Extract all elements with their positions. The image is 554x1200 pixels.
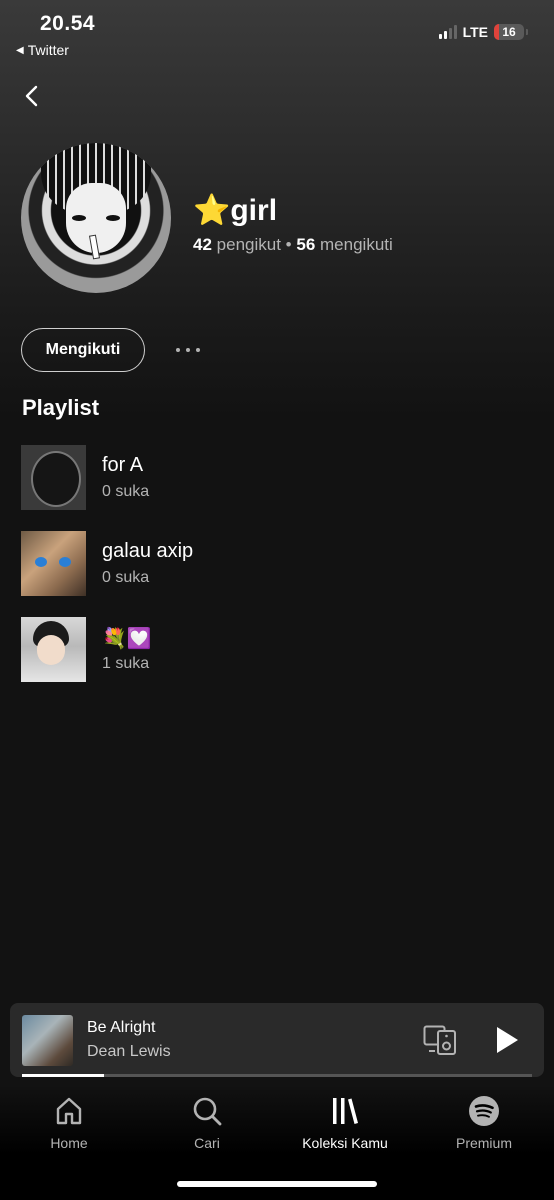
- playlist-likes: 0 suka: [102, 483, 150, 500]
- playlist-likes: 1 suka: [102, 655, 150, 672]
- playlist-cover: [21, 445, 86, 510]
- network-label: LTE: [462, 24, 488, 40]
- spotify-icon: [469, 1096, 499, 1126]
- battery-level: 16: [502, 25, 516, 39]
- nav-search[interactable]: Cari: [152, 1095, 262, 1151]
- devices-button[interactable]: [423, 1025, 457, 1055]
- back-app-label: Twitter: [27, 42, 69, 58]
- profile-avatar: [21, 143, 171, 293]
- now-playing-artist: Dean Lewis: [87, 1043, 171, 1060]
- chevron-left-icon: [25, 85, 38, 107]
- nav-home[interactable]: Home: [14, 1095, 124, 1151]
- battery-icon: 16: [494, 24, 524, 40]
- search-icon: [193, 1097, 222, 1126]
- nav-library-label: Koleksi Kamu: [302, 1135, 388, 1151]
- profile-page: 20.54 ◀ Twitter LTE 16 ⭐girl 42 pengikut…: [0, 0, 554, 1200]
- playlist-cover: [21, 531, 86, 596]
- nav-library[interactable]: Koleksi Kamu: [290, 1095, 400, 1151]
- now-playing-artwork: [22, 1015, 73, 1066]
- more-dot-icon: [176, 348, 180, 352]
- playlist-item[interactable]: for A 0 suka: [21, 445, 521, 511]
- playlist-title: galau axip: [102, 540, 194, 562]
- following-label[interactable]: mengikuti: [320, 235, 393, 254]
- stats-separator: •: [285, 235, 292, 254]
- nav-home-label: Home: [50, 1135, 88, 1151]
- mini-player[interactable]: Be Alright Dean Lewis: [10, 1003, 544, 1077]
- playlist-likes: 0 suka: [102, 569, 150, 586]
- followers-count[interactable]: 42: [193, 235, 212, 254]
- nav-premium-label: Premium: [455, 1135, 512, 1151]
- play-icon: [497, 1027, 518, 1053]
- home-indicator[interactable]: [177, 1181, 377, 1187]
- playlist-item[interactable]: 💐💟 1 suka: [21, 617, 521, 683]
- play-button[interactable]: [494, 1025, 520, 1055]
- nav-search-label: Cari: [194, 1135, 220, 1151]
- playlist-title: for A: [102, 454, 144, 476]
- followers-label[interactable]: pengikut: [217, 235, 281, 254]
- playlist-title: 💐💟: [102, 628, 152, 650]
- playlist-item[interactable]: galau axip 0 suka: [21, 531, 521, 597]
- home-icon: [56, 1097, 82, 1125]
- following-count[interactable]: 56: [296, 235, 315, 254]
- now-playing-title: Be Alright: [87, 1019, 156, 1036]
- back-to-app-link[interactable]: ◀ Twitter: [16, 42, 69, 58]
- profile-name: ⭐girl: [193, 194, 278, 227]
- playlist-section-title: Playlist: [22, 395, 100, 420]
- playlist-cover: [21, 617, 86, 682]
- following-button[interactable]: Mengikuti: [21, 328, 145, 372]
- more-options-button[interactable]: [176, 338, 206, 362]
- profile-stats: 42 pengikut • 56 mengikuti: [193, 235, 393, 255]
- devices-icon: [423, 1025, 456, 1055]
- back-button[interactable]: [20, 84, 44, 108]
- nav-premium[interactable]: Premium: [429, 1095, 539, 1151]
- status-time: 20.54: [40, 12, 96, 35]
- signal-icon: [438, 25, 457, 39]
- library-icon: [333, 1098, 358, 1124]
- status-indicators: LTE 16: [438, 24, 528, 40]
- playback-progress-bar[interactable]: [22, 1074, 532, 1077]
- back-triangle-icon: ◀: [16, 44, 24, 56]
